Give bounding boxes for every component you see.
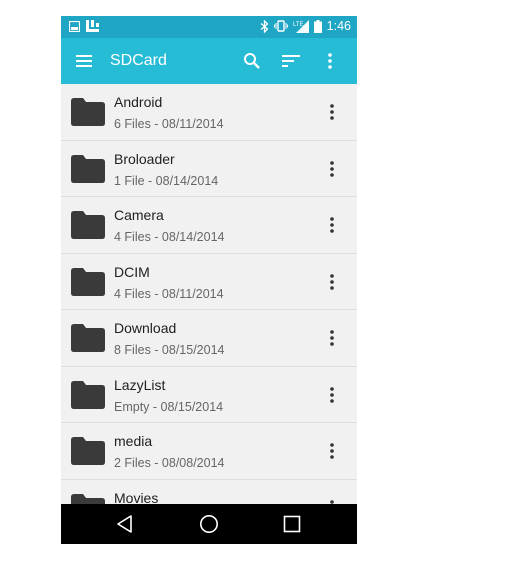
item-more-icon[interactable] [329, 103, 335, 121]
file-meta: Empty - 08/15/2014 [114, 399, 224, 414]
file-meta: 8 Files - 08/15/2014 [114, 343, 225, 357]
list-item[interactable]: media 2 Files - 08/08/2014 [61, 423, 357, 480]
phone-screen: LTE 1:46 SDCard Android 6 Files - 08/11/… [61, 16, 357, 544]
folder-icon [71, 98, 105, 126]
folder-icon [71, 437, 105, 465]
folder-icon [71, 380, 105, 409]
file-meta: 4 Files - 08/14/2014 [114, 230, 225, 244]
folder-icon [71, 493, 105, 504]
status-time: 1:46 [326, 19, 351, 33]
status-bar: LTE 1:46 [61, 16, 357, 38]
vibrate-icon [273, 20, 288, 32]
item-more-icon[interactable] [329, 386, 335, 404]
file-meta: 6 Files - 08/11/2014 [114, 117, 224, 131]
folder-icon [71, 267, 105, 296]
svg-text:LTE: LTE [293, 22, 304, 28]
gallery-notification-icon [69, 20, 80, 32]
navigation-bar [61, 504, 357, 544]
file-name: Movies [114, 489, 159, 505]
list-item[interactable]: Download 8 Files - 08/15/2014 [61, 310, 357, 367]
file-name: Download [114, 320, 177, 336]
app-bar: SDCard [61, 38, 357, 84]
folder-icon [71, 154, 105, 183]
file-name: Android [114, 94, 163, 110]
bluetooth-icon [260, 19, 269, 33]
item-more-icon[interactable] [329, 329, 335, 347]
list-item[interactable]: Android 6 Files - 08/11/2014 [61, 84, 357, 141]
file-name: media [114, 433, 153, 449]
battery-icon [313, 19, 322, 33]
file-name: Broloader [114, 150, 175, 167]
recents-icon[interactable] [282, 514, 302, 534]
file-meta: 4 Files - 08/11/2014 [114, 286, 224, 301]
lte-signal-icon: LTE [293, 19, 309, 33]
home-icon[interactable] [199, 514, 219, 534]
app-notification-icon [86, 20, 99, 32]
list-item[interactable]: Broloader 1 File - 08/14/2014 [61, 141, 357, 197]
item-more-icon[interactable] [329, 160, 335, 178]
file-name: LazyList [114, 376, 166, 393]
folder-icon [71, 211, 105, 239]
item-more-icon[interactable] [329, 273, 335, 291]
back-icon[interactable] [115, 514, 135, 534]
file-list: Android 6 Files - 08/11/2014 Broloader 1… [61, 84, 357, 504]
file-meta: 1 File - 08/14/2014 [114, 173, 219, 188]
search-icon[interactable] [243, 52, 261, 70]
menu-icon[interactable] [75, 52, 93, 70]
file-name: DCIM [114, 263, 150, 280]
item-more-icon[interactable] [329, 216, 335, 234]
overflow-menu-icon[interactable] [327, 51, 333, 71]
item-more-icon[interactable] [329, 442, 335, 460]
file-meta: 2 Files - 08/08/2014 [114, 456, 225, 470]
folder-icon [71, 324, 105, 352]
file-name: Camera [114, 207, 164, 223]
list-item[interactable]: DCIM 4 Files - 08/11/2014 [61, 254, 357, 310]
list-item[interactable]: LazyList Empty - 08/15/2014 [61, 367, 357, 423]
list-item[interactable]: Camera 4 Files - 08/14/2014 [61, 197, 357, 254]
list-item[interactable]: Movies [61, 480, 357, 505]
sort-icon[interactable] [281, 53, 301, 69]
page-title: SDCard [110, 52, 167, 69]
